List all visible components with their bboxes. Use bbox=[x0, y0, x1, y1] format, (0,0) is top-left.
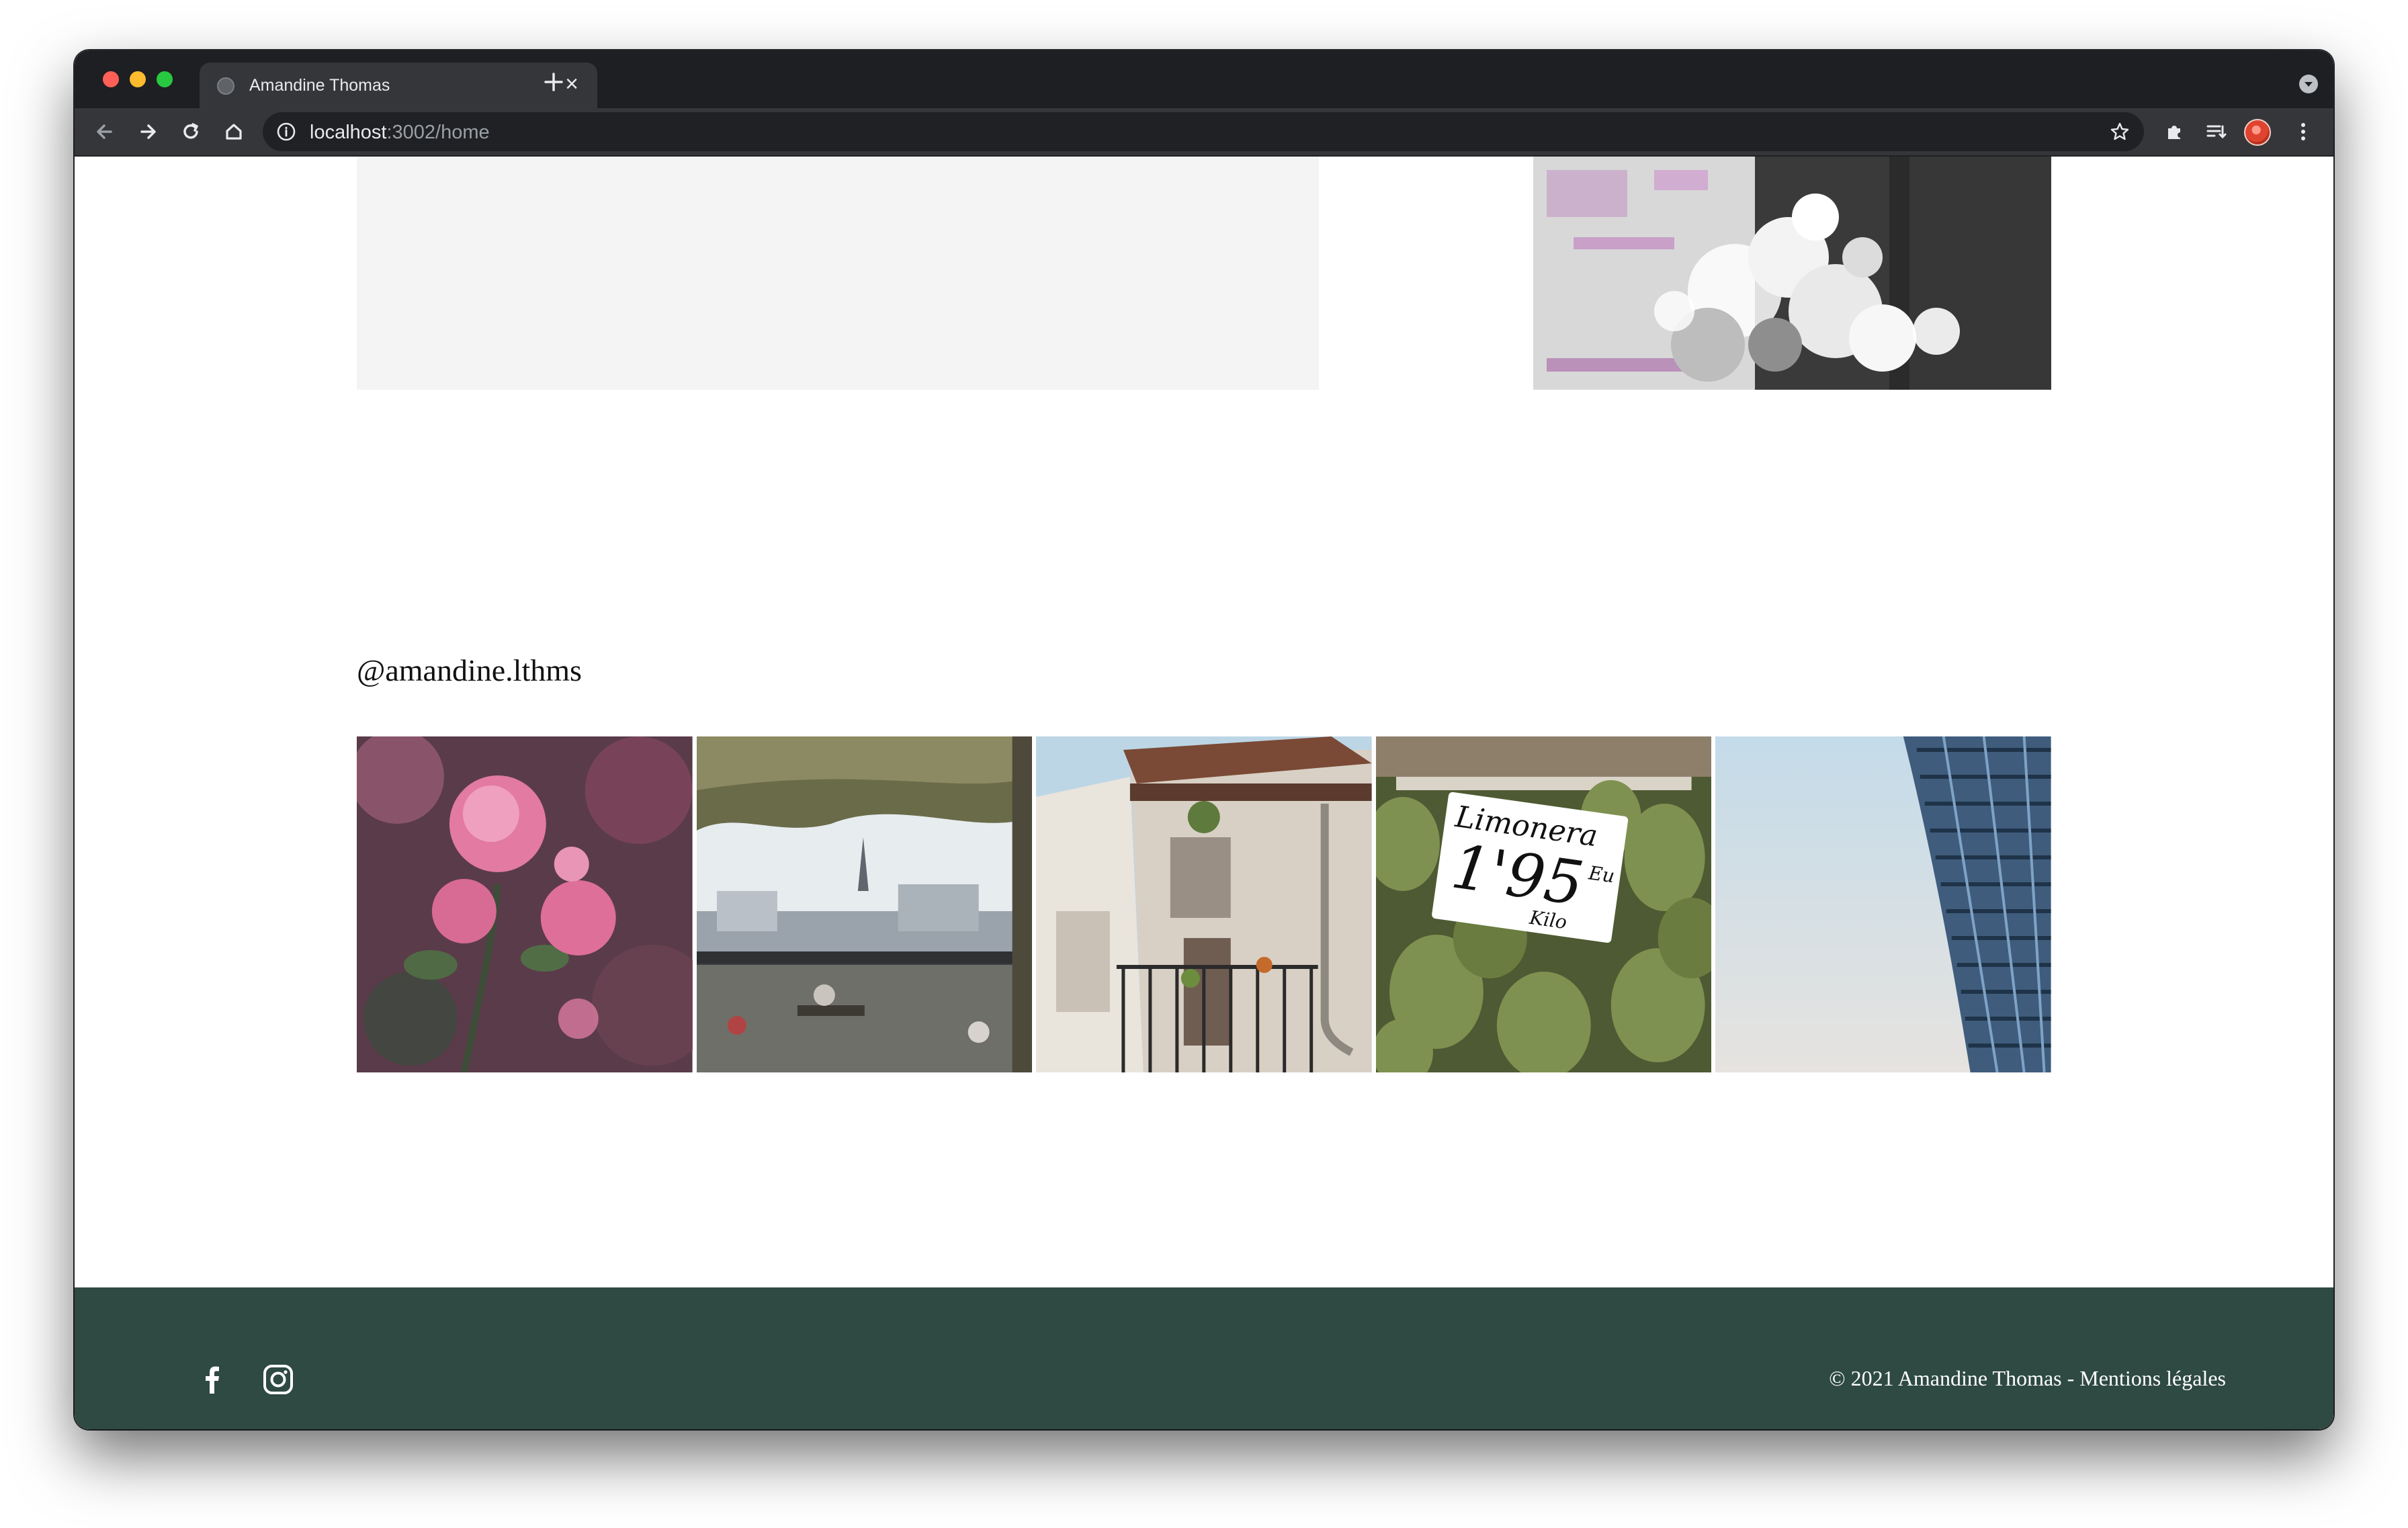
page-content: @amandine.lthms Limonera 1'95 Eu Kilo © … bbox=[75, 157, 2333, 1429]
bookmark-star-icon[interactable] bbox=[2109, 121, 2131, 142]
facebook-icon[interactable] bbox=[196, 1363, 229, 1396]
url-path: :3002/home bbox=[386, 122, 490, 143]
tab-strip: Amandine Thomas × bbox=[75, 50, 2333, 108]
extensions-puzzle-icon[interactable] bbox=[2160, 118, 2188, 146]
instagram-icon[interactable] bbox=[261, 1363, 295, 1396]
home-icon[interactable] bbox=[220, 118, 248, 146]
reading-list-icon[interactable] bbox=[2202, 118, 2230, 146]
site-footer: © 2021 Amandine Thomas - Mentions légale… bbox=[75, 1287, 2333, 1429]
info-icon[interactable] bbox=[276, 122, 296, 142]
back-arrow-icon[interactable] bbox=[91, 118, 119, 146]
instagram-handle[interactable]: @amandine.lthms bbox=[357, 652, 582, 688]
more-menu-icon[interactable] bbox=[2289, 118, 2317, 146]
insta-photo-paris-view[interactable] bbox=[696, 736, 1033, 1072]
new-tab-icon[interactable] bbox=[538, 67, 569, 97]
globe-icon bbox=[217, 77, 234, 95]
reload-icon[interactable] bbox=[177, 118, 205, 146]
maximize-window-button[interactable] bbox=[157, 71, 173, 87]
tab-search-icon[interactable] bbox=[2298, 74, 2319, 94]
insta-photo-pears[interactable]: Limonera 1'95 Eu Kilo bbox=[1375, 736, 1712, 1072]
address-bar[interactable]: localhost:3002/home bbox=[263, 112, 2144, 151]
url-text: localhost:3002/home bbox=[310, 122, 490, 144]
url-host: localhost bbox=[310, 122, 387, 143]
insta-photo-building-balcony[interactable] bbox=[1036, 736, 1372, 1072]
insta-photo-building-facade[interactable] bbox=[1715, 736, 2051, 1072]
flowers-bw-photo bbox=[1533, 157, 2051, 390]
image-placeholder bbox=[357, 157, 1319, 390]
insta-photo-roses[interactable] bbox=[357, 736, 693, 1072]
footer-copyright[interactable]: © 2021 Amandine Thomas - Mentions légale… bbox=[1829, 1366, 2226, 1391]
instagram-grid: Limonera 1'95 Eu Kilo bbox=[357, 736, 2051, 1072]
browser-window: Amandine Thomas × localhost:3002/home @a… bbox=[75, 50, 2333, 1429]
browser-toolbar: localhost:3002/home bbox=[75, 108, 2333, 157]
profile-avatar[interactable] bbox=[2244, 119, 2271, 146]
price-sign-currency: Eu bbox=[1586, 861, 1616, 887]
minimize-window-button[interactable] bbox=[130, 71, 146, 87]
forward-arrow-icon[interactable] bbox=[134, 118, 162, 146]
close-window-button[interactable] bbox=[103, 71, 119, 87]
tab-title: Amandine Thomas bbox=[249, 76, 390, 95]
